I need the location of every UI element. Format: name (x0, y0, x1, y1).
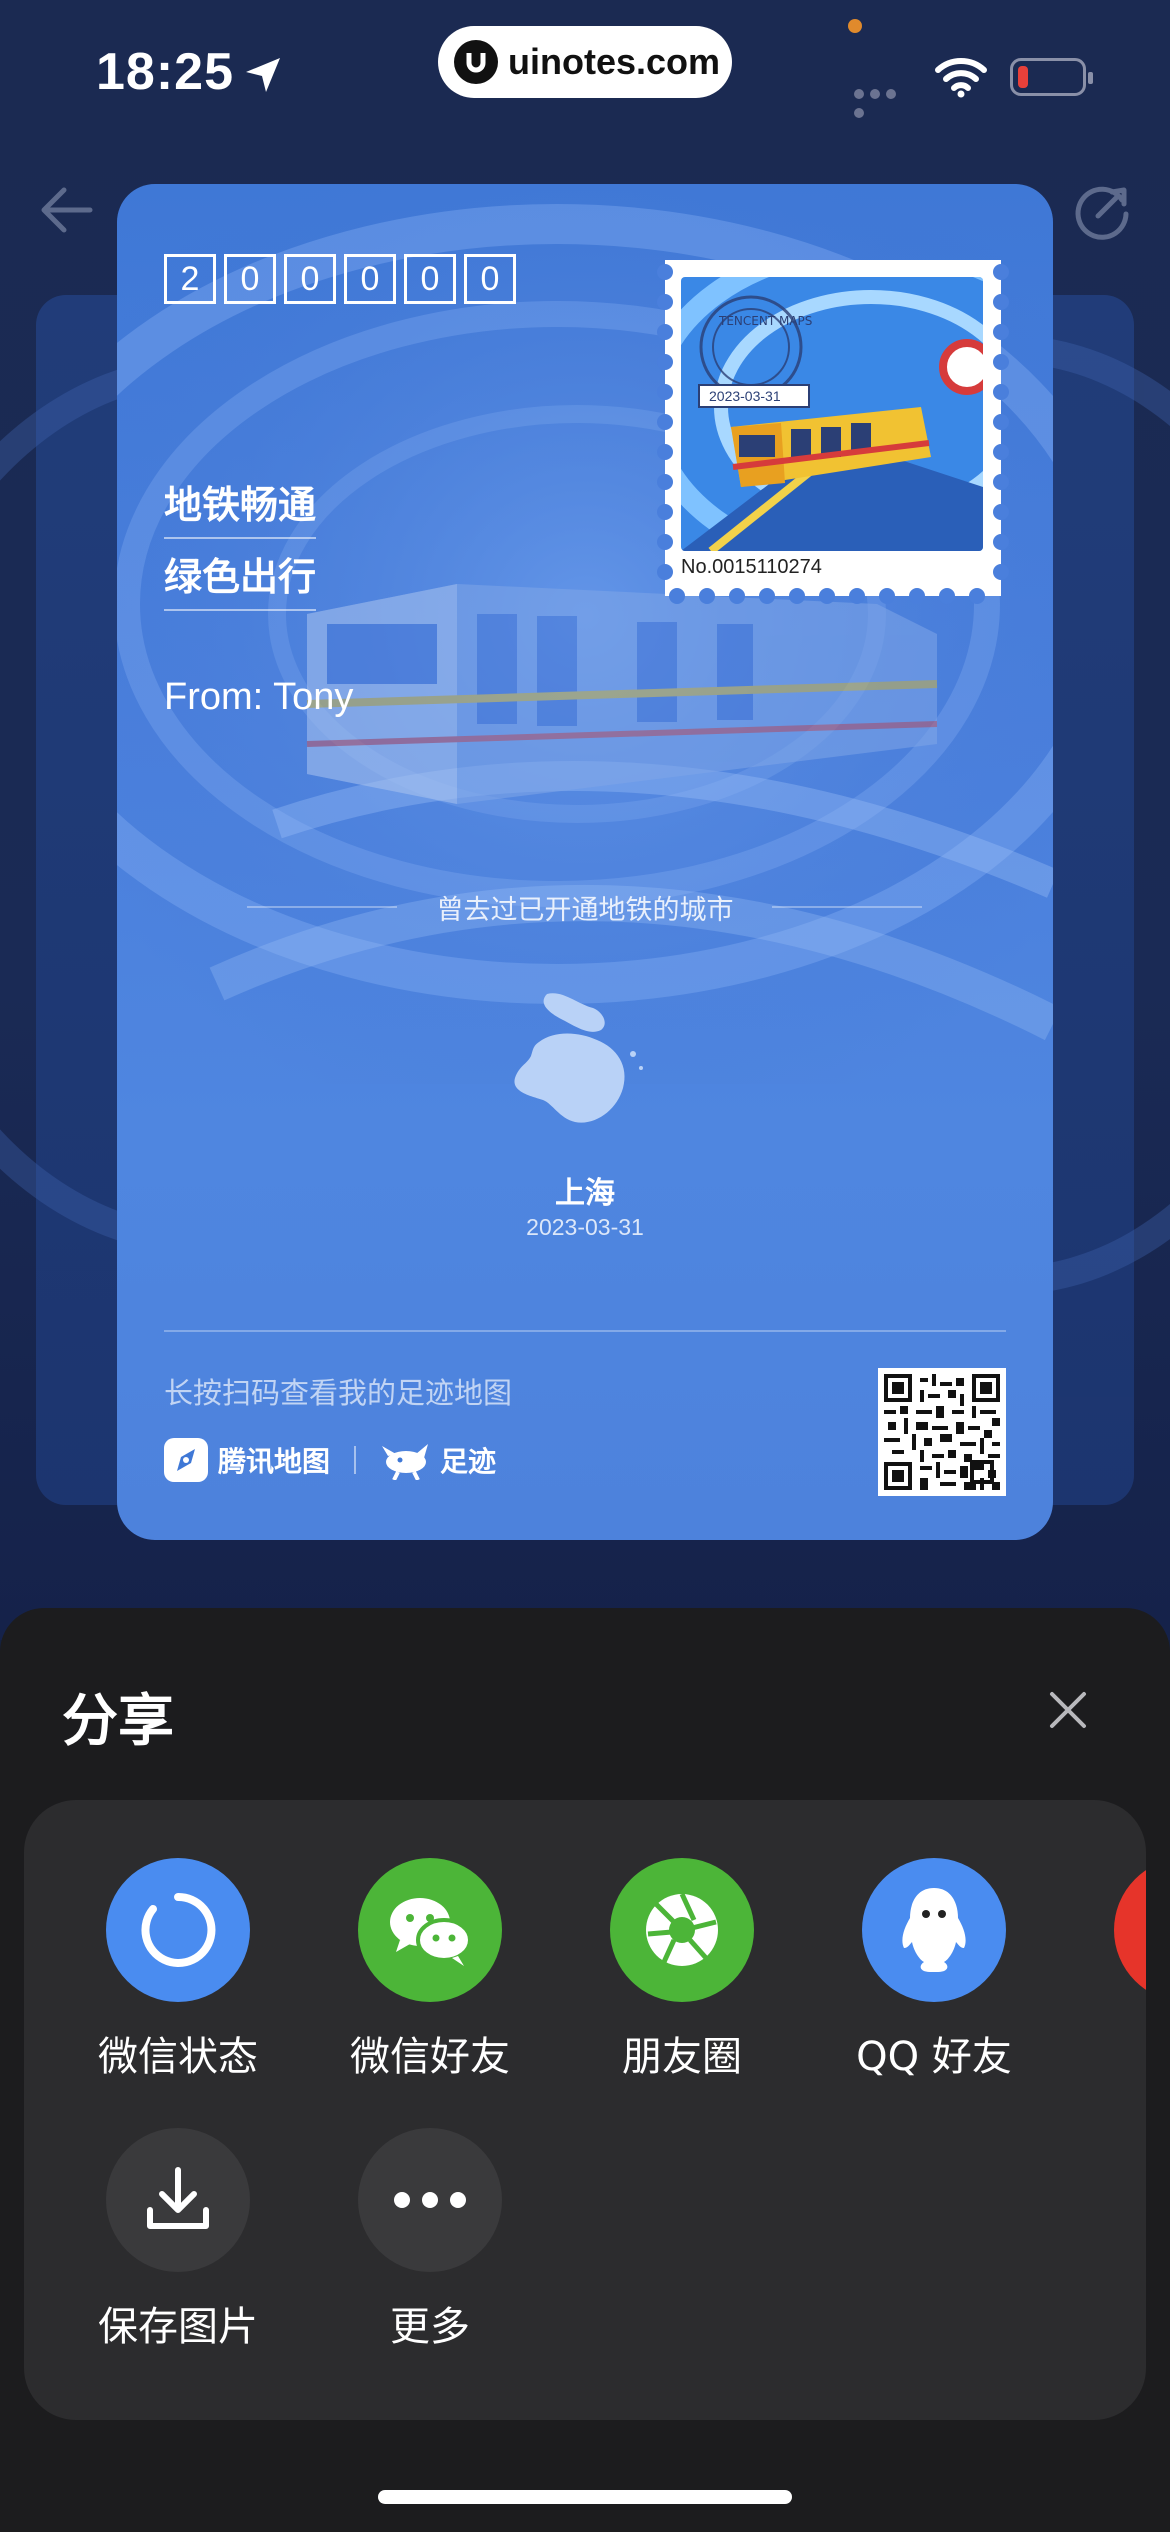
cellular-signal-icon (854, 84, 916, 118)
wifi-icon (935, 58, 987, 98)
site-badge: uinotes.com (438, 26, 732, 98)
shanghai-map-icon (514, 993, 643, 1123)
stamp-postmark-date: 2023-03-31 (709, 388, 781, 404)
postal-code-digit: 0 (224, 254, 276, 304)
save-image-button[interactable]: 保存图片 (68, 2128, 288, 2352)
weibo-icon (1114, 1858, 1146, 2002)
city-name: 上海 (555, 1176, 615, 1211)
location-arrow-icon (246, 58, 280, 92)
brand-separator (354, 1446, 357, 1474)
brand-row: 腾讯地图 足迹 (164, 1438, 496, 1482)
city-visit-date: 2023-03-31 (526, 1214, 644, 1240)
share-wechat-friends-button[interactable]: 微信好友 (320, 1858, 540, 2082)
share-weibo-button[interactable]: 新 (1076, 1858, 1146, 2082)
share-wechat-status-button[interactable]: 微信状态 (68, 1858, 288, 2082)
divider-line (772, 906, 922, 908)
qr-code-pattern (884, 1374, 1000, 1490)
status-bar: 18:25 uinotes.com (0, 0, 1170, 150)
qq-icon (862, 1858, 1006, 2002)
moments-icon (610, 1858, 754, 2002)
share-qq-button[interactable]: QQ 好友 (824, 1858, 1044, 2082)
refresh-icon[interactable] (1064, 170, 1144, 250)
close-icon[interactable] (1044, 1686, 1092, 1734)
privacy-indicator (848, 19, 862, 33)
share-item-label: 保存图片 (98, 2304, 258, 2350)
stamp-train-illustration: TENCENT MAPS 2023-03-31 (681, 277, 983, 551)
uinotes-logo-icon (454, 40, 498, 84)
brand-name: 腾讯地图 (218, 1445, 331, 1478)
postal-code-digit: 0 (284, 254, 336, 304)
postcard-slogan-1: 地铁畅通 (164, 474, 317, 539)
footprint-mascot-icon (382, 1444, 429, 1480)
more-icon (358, 2128, 502, 2272)
share-sheet: 分享 微信状态 微信好友 朋友圈 QQ 好友 保存图片 更多 (0, 1608, 1170, 2532)
share-item-label: QQ 好友 (856, 2034, 1012, 2080)
stamp-brand-text: TENCENT MAPS (718, 314, 812, 328)
share-item-label: 微信好友 (350, 2034, 510, 2080)
share-options-panel: 微信状态 微信好友 朋友圈 QQ 好友 保存图片 更多 (24, 1800, 1146, 2420)
more-options-button[interactable]: 更多 (320, 2128, 540, 2352)
postal-code-digit: 0 (404, 254, 456, 304)
share-item-label: 更多 (390, 2304, 470, 2350)
brand-footprint-label: 足迹 (440, 1445, 497, 1478)
share-item-label: 新 (1076, 2024, 1146, 2082)
share-moments-button[interactable]: 朋友圈 (572, 1858, 792, 2082)
postal-code-digit: 2 (164, 254, 216, 304)
stamp-number: No.0015110274 (681, 556, 822, 578)
postcard-slogan-2: 绿色出行 (164, 546, 317, 611)
postal-code-digit: 0 (344, 254, 396, 304)
site-name: uinotes.com (508, 41, 721, 82)
tencent-maps-logo-icon (164, 1438, 208, 1482)
status-time: 18:25 (96, 43, 234, 101)
qr-code[interactable] (878, 1368, 1006, 1496)
share-item-label: 微信状态 (98, 2034, 258, 2080)
share-item-label: 朋友圈 (622, 2034, 742, 2080)
divider-line (164, 1330, 1006, 1332)
scan-hint: 长按扫码查看我的足迹地图 (164, 1376, 513, 1410)
wechat-status-icon (106, 1858, 250, 2002)
postal-code-boxes: 2 0 0 0 0 0 (164, 254, 524, 304)
postal-code-digit: 0 (464, 254, 516, 304)
wechat-friends-icon (358, 1858, 502, 2002)
battery-icon (1010, 58, 1093, 96)
download-icon (106, 2128, 250, 2272)
postcard-sender: From: Tony (164, 676, 354, 718)
share-sheet-title: 分享 (62, 1689, 174, 1754)
metro-postcard[interactable]: 2 0 0 0 0 0 地铁畅通 绿色出行 From: Tony TENCENT… (117, 184, 1053, 1540)
home-indicator[interactable] (378, 2490, 792, 2504)
back-arrow-icon[interactable] (28, 170, 108, 250)
